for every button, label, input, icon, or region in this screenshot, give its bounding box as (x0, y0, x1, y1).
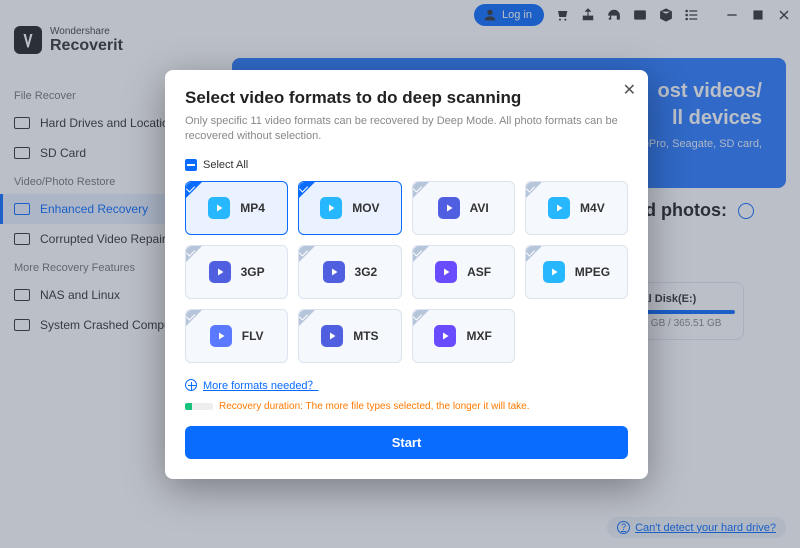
format-icon (209, 261, 231, 283)
format-icon (543, 261, 565, 283)
format-icon (435, 261, 457, 283)
modal-title: Select video formats to do deep scanning (185, 88, 628, 108)
format-label: AVI (470, 201, 489, 215)
format-icon (438, 197, 460, 219)
format-label: MXF (466, 329, 491, 343)
plus-circle-icon (185, 379, 197, 391)
format-label: M4V (580, 201, 605, 215)
checkmark-icon (413, 310, 429, 326)
format-tile-avi[interactable]: AVI (412, 181, 515, 235)
more-formats-link[interactable]: More formats needed？ (185, 377, 628, 393)
format-label: 3GP (241, 265, 265, 279)
format-tile-flv[interactable]: FLV (185, 309, 288, 363)
format-tile-mxf[interactable]: MXF (412, 309, 515, 363)
select-all-checkbox[interactable]: Select All (185, 159, 628, 171)
checkbox-indeterminate-icon (185, 159, 197, 171)
format-modal: ✕ Select video formats to do deep scanni… (165, 70, 648, 479)
format-tile-m4v[interactable]: M4V (525, 181, 628, 235)
duration-note: Recovery duration: The more file types s… (185, 401, 628, 412)
checkmark-icon (526, 246, 542, 262)
checkmark-icon (186, 182, 202, 198)
format-label: MP4 (240, 201, 265, 215)
checkmark-icon (413, 182, 429, 198)
start-button[interactable]: Start (185, 426, 628, 459)
modal-subtitle: Only specific 11 video formats can be re… (185, 114, 628, 145)
format-icon (548, 197, 570, 219)
format-tile-mpeg[interactable]: MPEG (525, 245, 628, 299)
format-tile-mov[interactable]: MOV (298, 181, 401, 235)
format-icon (321, 325, 343, 347)
format-tile-mp4[interactable]: MP4 (185, 181, 288, 235)
format-tile-asf[interactable]: ASF (412, 245, 515, 299)
format-icon (323, 261, 345, 283)
close-icon[interactable]: ✕ (623, 80, 636, 100)
format-label: 3G2 (355, 265, 378, 279)
duration-meter-icon (185, 403, 213, 410)
format-label: MOV (352, 201, 379, 215)
checkmark-icon (526, 182, 542, 198)
format-icon (434, 325, 456, 347)
format-icon (210, 325, 232, 347)
checkmark-icon (299, 182, 315, 198)
checkmark-icon (299, 246, 315, 262)
checkmark-icon (413, 246, 429, 262)
format-icon (208, 197, 230, 219)
format-label: ASF (467, 265, 491, 279)
format-tile-mts[interactable]: MTS (298, 309, 401, 363)
checkmark-icon (186, 246, 202, 262)
checkmark-icon (186, 310, 202, 326)
format-grid: MP4 MOV AVI M4V 3GP 3G2 ASF MPEG FLV MTS MXF (185, 181, 628, 363)
checkmark-icon (299, 310, 315, 326)
format-tile-3g2[interactable]: 3G2 (298, 245, 401, 299)
format-tile-3gp[interactable]: 3GP (185, 245, 288, 299)
format-label: MTS (353, 329, 378, 343)
format-icon (320, 197, 342, 219)
format-label: FLV (242, 329, 264, 343)
format-label: MPEG (575, 265, 610, 279)
